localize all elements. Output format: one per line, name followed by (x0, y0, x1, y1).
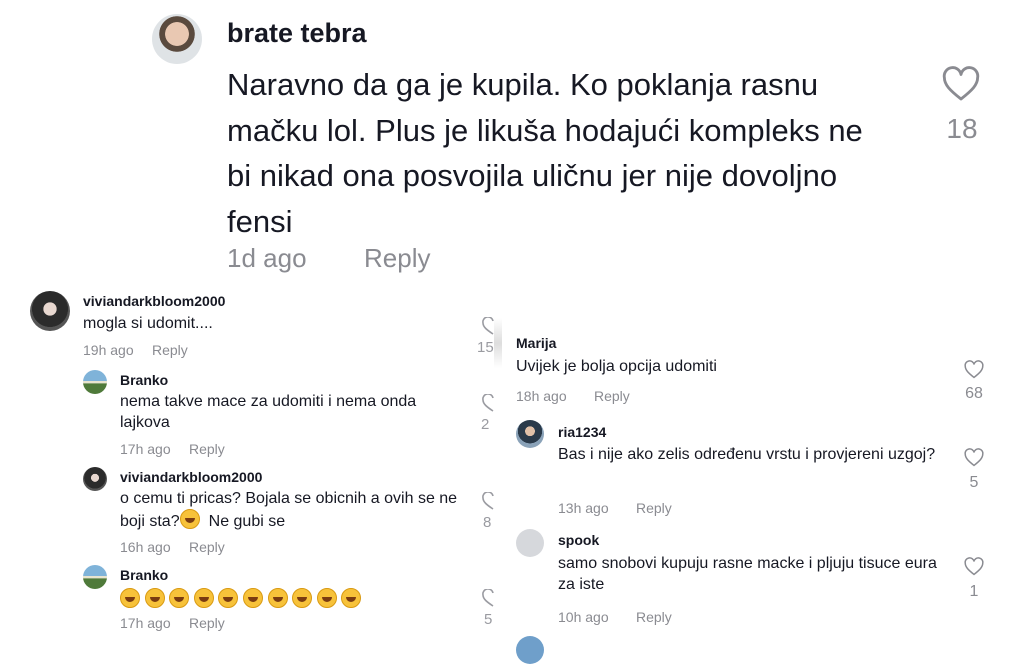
rolling-on-floor-laughing-emoji (341, 588, 362, 608)
heart-outline-icon[interactable] (480, 492, 494, 511)
like-count: 8 (483, 514, 492, 531)
comment-timestamp: 1d ago (227, 243, 307, 273)
avatar-ria1234[interactable] (516, 420, 544, 448)
rolling-on-floor-laughing-emoji (242, 588, 263, 608)
like-count: 5 (484, 611, 493, 628)
avatar-viviandarkbloom2000[interactable] (30, 291, 70, 331)
comment-timestamp: 17h ago (120, 615, 171, 631)
comment-username[interactable]: ria1234 (558, 424, 606, 440)
rolling-on-floor-laughing-emoji (179, 509, 200, 529)
comment-text: o cemu ti pricas? Bojala se obicnih a ov… (120, 488, 465, 532)
comment-timestamp: 16h ago (120, 539, 171, 555)
comment-text: Naravno da ga je kupila. Ko poklanja ras… (227, 67, 863, 239)
comment-username[interactable]: spook (558, 532, 599, 548)
like-count: 1 (969, 583, 979, 600)
comment-timestamp: 17h ago (120, 441, 171, 457)
rolling-on-floor-laughing-emoji (316, 588, 337, 608)
reply-button[interactable]: Reply (636, 609, 672, 625)
comment-text: mogla si udomit.... (83, 315, 213, 332)
heart-outline-icon[interactable] (964, 360, 984, 379)
comment-text: Bas i nije ako zelis određenu vrstu i pr… (558, 446, 936, 463)
comment-timestamp: 18h ago (516, 388, 567, 404)
comment-username[interactable]: viviandarkbloom2000 (83, 293, 225, 309)
rolling-on-floor-laughing-emoji (169, 588, 190, 608)
comment-emoji-row (120, 588, 366, 608)
like-count: 68 (965, 385, 983, 402)
like-count: 15 (477, 339, 494, 356)
panel-edge (494, 318, 502, 368)
rolling-on-floor-laughing-emoji (144, 588, 165, 608)
comment-timestamp: 10h ago (558, 609, 609, 625)
rolling-on-floor-laughing-emoji (267, 588, 288, 608)
comment-timestamp: 19h ago (83, 342, 134, 358)
comment-timestamp: 13h ago (558, 500, 609, 516)
like-count: 18 (946, 113, 978, 144)
reply-button[interactable]: Reply (594, 388, 630, 404)
comment-text: Uvijek je bolja opcija udomiti (516, 358, 717, 375)
reply-button[interactable]: Reply (636, 500, 672, 516)
heart-outline-icon[interactable] (480, 589, 494, 608)
rolling-on-floor-laughing-emoji (120, 588, 140, 608)
rolling-on-floor-laughing-emoji (193, 588, 214, 608)
comment-username[interactable]: Branko (120, 567, 168, 583)
avatar-branko[interactable] (83, 370, 107, 394)
reply-button[interactable]: Reply (189, 615, 225, 631)
reply-button[interactable]: Reply (189, 539, 225, 555)
comment-text-part: Ne gubi se (204, 513, 286, 530)
comment-username[interactable]: Branko (120, 372, 168, 388)
avatar-next-comment[interactable] (516, 636, 544, 664)
heart-outline-icon[interactable] (480, 394, 494, 413)
avatar-viviandarkbloom2000[interactable] (83, 467, 107, 491)
rolling-on-floor-laughing-emoji (218, 588, 239, 608)
comment-username[interactable]: brate tebra (227, 18, 367, 49)
like-count: 2 (481, 416, 490, 433)
heart-outline-icon[interactable] (964, 557, 984, 576)
reply-button[interactable]: Reply (364, 243, 430, 274)
reply-button[interactable]: Reply (152, 342, 188, 358)
default-avatar-icon[interactable] (516, 529, 544, 557)
like-count: 5 (969, 474, 979, 491)
heart-outline-icon[interactable] (480, 317, 494, 336)
avatar-brate-tebra[interactable] (152, 14, 202, 64)
rolling-on-floor-laughing-emoji (292, 588, 313, 608)
comment-text: nema takve mace za udomiti i nema onda l… (120, 393, 417, 431)
reply-button[interactable]: Reply (189, 441, 225, 457)
avatar-branko[interactable] (83, 565, 107, 589)
comment-text-part: o cemu ti pricas? Bojala se obicnih a ov… (120, 490, 458, 530)
comment-text: samo snobovi kupuju rasne macke i pljuju… (558, 555, 937, 593)
comment-username[interactable]: Marija (516, 335, 556, 351)
heart-outline-icon[interactable] (942, 66, 980, 102)
heart-outline-icon[interactable] (964, 448, 984, 467)
comment-username[interactable]: viviandarkbloom2000 (120, 469, 262, 485)
